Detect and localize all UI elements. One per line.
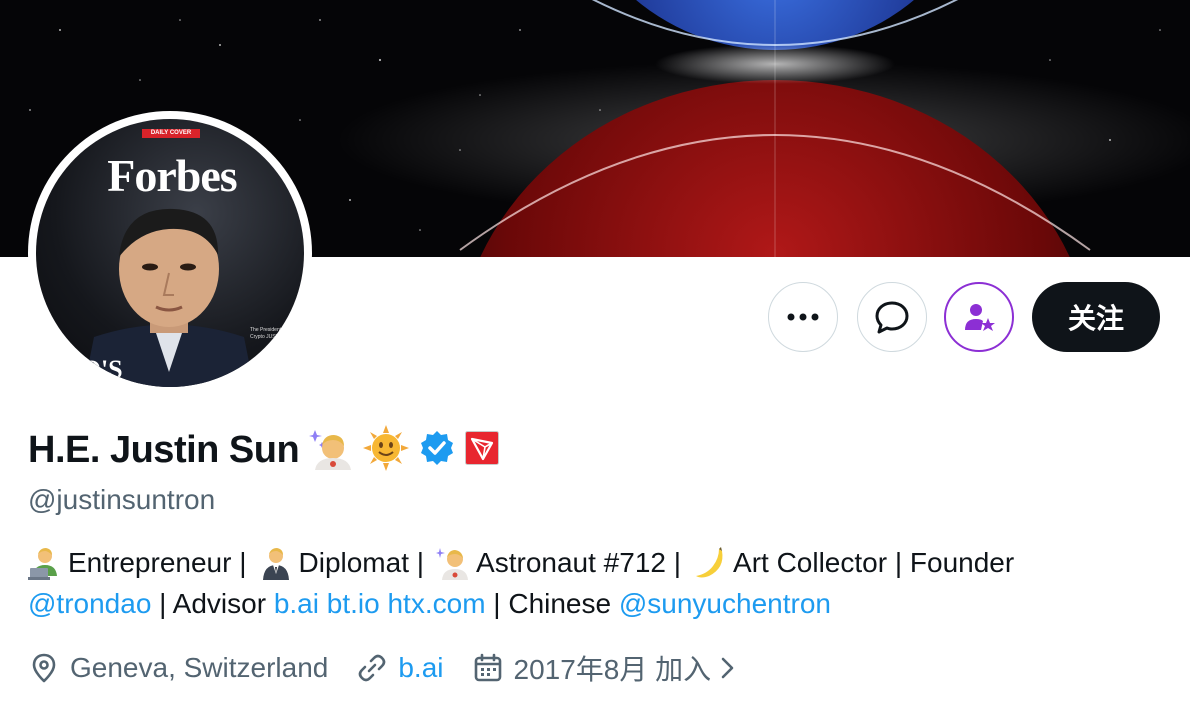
more-horizontal-icon: [787, 313, 819, 321]
bio-line-1: Entrepreneur | Diplomat | Astronaut #712…: [28, 542, 1148, 583]
website-item[interactable]: b.ai: [356, 652, 444, 684]
sun-face-icon: [363, 424, 410, 476]
profile-bio: Entrepreneur | Diplomat | Astronaut #712…: [28, 542, 1148, 624]
verified-badge-icon[interactable]: [419, 430, 455, 471]
calendar-icon: [474, 653, 501, 682]
location-item: Geneva, Switzerland: [28, 652, 328, 684]
bio-line-2: @trondao | Advisor b.ai bt.io htx.com | …: [28, 583, 1148, 624]
subscribe-button[interactable]: [944, 282, 1014, 352]
joined-text: 2017年8月 加入: [513, 654, 712, 685]
name-row: H.E. Justin Sun: [28, 424, 500, 476]
display-name: H.E. Justin Sun: [28, 428, 300, 471]
message-button[interactable]: [857, 282, 927, 352]
link-b-ai[interactable]: b.ai: [274, 583, 319, 624]
bio-text-chinese: | Chinese: [485, 588, 619, 619]
chevron-right-icon: [721, 657, 734, 679]
follow-button[interactable]: 关注: [1032, 282, 1160, 352]
more-button[interactable]: [768, 282, 838, 352]
message-bubble-icon: [875, 301, 909, 334]
link-htx-com[interactable]: htx.com: [387, 583, 485, 624]
profile-meta: Geneva, Switzerland b.ai 2017年8月 加入: [28, 646, 767, 690]
mention-sunyuchentron[interactable]: @sunyuchentron: [619, 583, 831, 624]
magazine-logo: Forbes: [107, 150, 237, 201]
tron-logo-icon[interactable]: [465, 430, 500, 470]
subscribe-person-star-icon: [965, 304, 995, 331]
avatar-badge: DAILY COVER: [142, 129, 200, 138]
location-text: Geneva, Switzerland: [70, 652, 329, 683]
location-pin-icon: [32, 653, 56, 683]
man-in-suit-icon: [262, 547, 289, 580]
astronaut-icon: [436, 547, 469, 580]
avatar-image: DAILY COVER Forbes The President $8.5 Bi…: [36, 119, 304, 387]
bio-role-art-collector: Art Collector | Founder: [733, 547, 1015, 578]
website-link[interactable]: b.ai: [398, 652, 443, 684]
astronaut-icon: [309, 426, 353, 475]
user-handle: @justinsuntron: [28, 484, 216, 515]
bio-role-diplomat: Diplomat |: [298, 547, 425, 578]
link-icon: [359, 654, 386, 682]
joined-item[interactable]: 2017年8月 加入: [472, 648, 740, 688]
avatar-side-text: The President $8.5 Bil Crypto JUSTIN: [250, 327, 300, 340]
banana-icon: [696, 546, 723, 577]
link-bt-io[interactable]: bt.io: [327, 583, 380, 624]
technologist-icon: [28, 547, 57, 580]
bio-role-astronaut: Astronaut #712 |: [476, 547, 682, 578]
avatar[interactable]: DAILY COVER Forbes The President $8.5 Bi…: [28, 111, 312, 395]
avatar-bottom-text: RTO'S: [46, 355, 123, 384]
bio-role-entrepreneur: Entrepreneur |: [68, 547, 247, 578]
bio-text-advisor: | Advisor: [151, 588, 274, 619]
mention-trondao[interactable]: @trondao: [28, 583, 151, 624]
